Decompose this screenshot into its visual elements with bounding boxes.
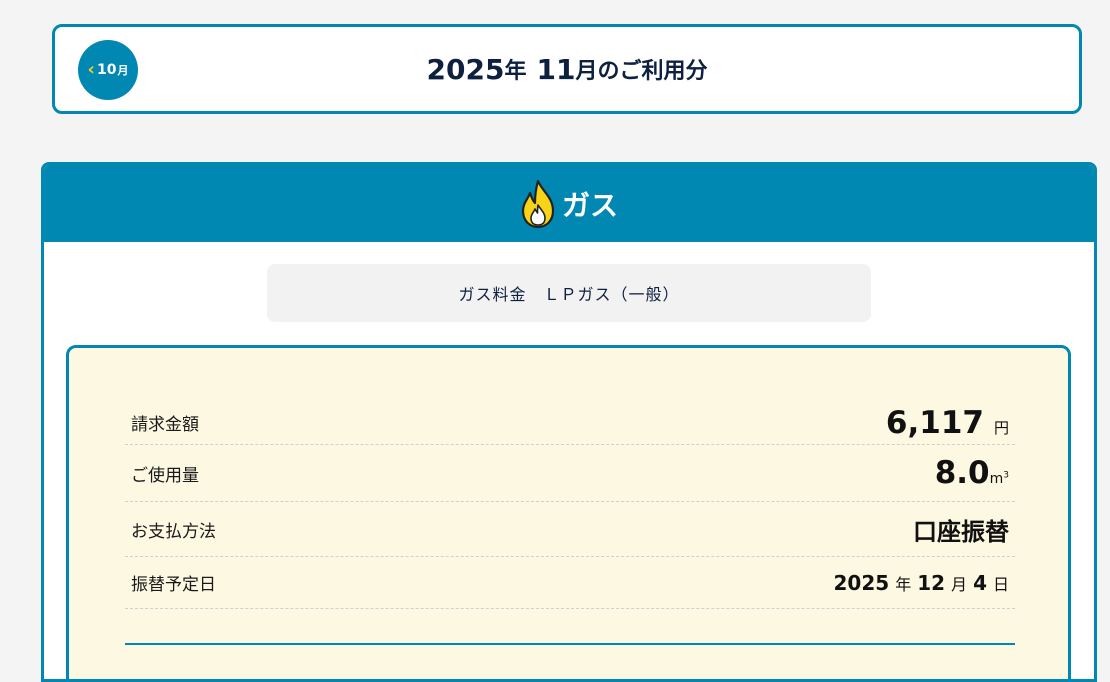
- billing-amount-unit: 円: [993, 418, 1009, 437]
- transfer-year-unit: 年: [895, 574, 912, 594]
- flame-icon: [521, 179, 555, 228]
- transfer-month: 12: [917, 570, 946, 595]
- title-year-unit: 年: [504, 59, 527, 84]
- payment-method-text: 口座振替: [913, 517, 1009, 546]
- plan-label: ガス料金 ＬＰガス（一般）: [267, 264, 871, 322]
- billing-detail-box: 請求金額 6,117 円 ご使用量 8.0m3 お支払方法 口座振替 振替予定日: [66, 345, 1071, 679]
- transfer-date-row: 振替予定日 2025 年 12 月 4 日: [125, 557, 1015, 609]
- usage-number: 8.0: [934, 455, 990, 491]
- usage-unit-exponent: 3: [1003, 470, 1009, 481]
- payment-method-value: 口座振替: [913, 512, 1015, 547]
- usage-row: ご使用量 8.0m3: [125, 445, 1015, 502]
- billing-amount-number: 6,117: [885, 404, 984, 441]
- payment-method-label: お支払方法: [131, 521, 216, 542]
- title-suffix: 月のご利用分: [575, 59, 708, 84]
- usage-unit: m3: [989, 470, 1009, 487]
- section-divider: [125, 643, 1015, 645]
- billing-amount-row: 請求金額 6,117 円: [125, 401, 1015, 445]
- gas-title: ガス: [561, 188, 618, 222]
- usage-unit-base: m: [989, 471, 1004, 487]
- transfer-day: 4: [973, 570, 987, 595]
- usage-label: ご使用量: [131, 465, 199, 486]
- transfer-date-value: 2025 年 12 月 4 日: [834, 571, 1015, 595]
- billing-amount-label: 請求金額: [131, 415, 199, 435]
- transfer-date-label: 振替予定日: [131, 575, 216, 595]
- payment-method-row: お支払方法 口座振替: [125, 502, 1015, 557]
- title-year: 2025: [426, 52, 505, 86]
- usage-value: 8.0m3: [935, 455, 1015, 491]
- billing-amount-value: 6,117 円: [886, 405, 1015, 441]
- billing-detail-list: 請求金額 6,117 円 ご使用量 8.0m3 お支払方法 口座振替 振替予定日: [125, 401, 1015, 609]
- billing-period-title: 2025 年 11 月のご利用分: [55, 27, 1079, 111]
- gas-header: ガス: [44, 165, 1094, 242]
- title-month: 11: [536, 52, 576, 86]
- transfer-day-unit: 日: [992, 574, 1009, 594]
- transfer-month-unit: 月: [951, 574, 968, 594]
- transfer-year: 2025: [833, 570, 890, 595]
- gas-panel: ガス ガス料金 ＬＰガス（一般） 請求金額 6,117 円 ご使用量 8.0m3 …: [41, 162, 1097, 682]
- month-header-card: ‹ 10 月 2025 年 11 月のご利用分: [52, 24, 1082, 114]
